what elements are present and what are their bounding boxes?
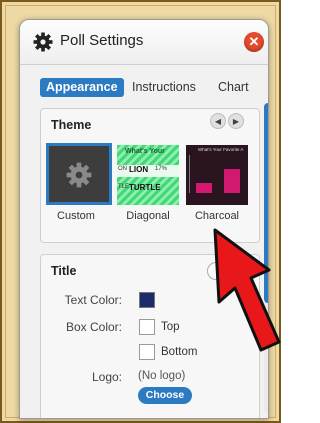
box-color-label: Box Color:: [65, 320, 122, 334]
choose-logo-button[interactable]: Choose: [138, 387, 192, 404]
logo-label: Logo:: [91, 370, 122, 384]
diagonal-preview-word2: TURTLE: [129, 183, 161, 192]
annotation-arrow-icon: [213, 228, 281, 352]
theme-thumb-diagonal[interactable]: What's Your ON LION 17% TLE TURTLE: [117, 145, 179, 205]
text-color-swatch[interactable]: [139, 292, 155, 308]
logo-value: (No logo): [138, 370, 186, 382]
panel-header: Poll Settings ✕: [20, 20, 268, 65]
gear-icon: [33, 32, 53, 52]
panel-title: Poll Settings: [60, 32, 144, 49]
tab-chart[interactable]: Chart: [218, 78, 249, 97]
title-heading: Title: [51, 264, 77, 278]
box-color-top-label: Top: [161, 321, 180, 333]
tab-appearance[interactable]: Appearance: [40, 78, 124, 97]
theme-thumb-charcoal[interactable]: What's Your Favorite A: [186, 145, 248, 205]
diagonal-preview-row2-prefix: TLE: [118, 184, 130, 190]
theme-prev-button[interactable]: ◀: [210, 113, 226, 129]
theme-heading: Theme: [51, 118, 92, 132]
box-color-top-swatch[interactable]: [139, 319, 155, 335]
charcoal-preview-bar-1: [196, 183, 212, 193]
theme-next-button[interactable]: ▶: [228, 113, 244, 129]
theme-thumb-custom[interactable]: [46, 143, 112, 205]
charcoal-preview-bar-2: [224, 169, 240, 193]
tab-instructions[interactable]: Instructions: [132, 78, 196, 97]
diagonal-preview-pct: 17%: [155, 166, 168, 172]
box-color-bottom-swatch[interactable]: [139, 344, 155, 360]
charcoal-preview-title: What's Your Favorite A: [198, 147, 244, 152]
gear-icon: [66, 162, 92, 188]
charcoal-preview-axis: [189, 155, 190, 193]
diagonal-preview-word1: LION: [129, 165, 149, 174]
box-color-bottom-label: Bottom: [161, 346, 198, 358]
theme-label-charcoal: Charcoal: [194, 210, 240, 222]
close-icon[interactable]: ✕: [244, 32, 264, 52]
diagonal-preview-title: What's Your: [125, 148, 165, 155]
theme-label-diagonal: Diagonal: [126, 210, 170, 222]
text-color-label: Text Color:: [64, 293, 122, 307]
theme-label-custom: Custom: [57, 210, 95, 222]
diagonal-preview-row1-prefix: ON: [118, 166, 127, 172]
poll-settings-panel: Poll Settings ✕ Appearance Instructions …: [19, 19, 269, 419]
